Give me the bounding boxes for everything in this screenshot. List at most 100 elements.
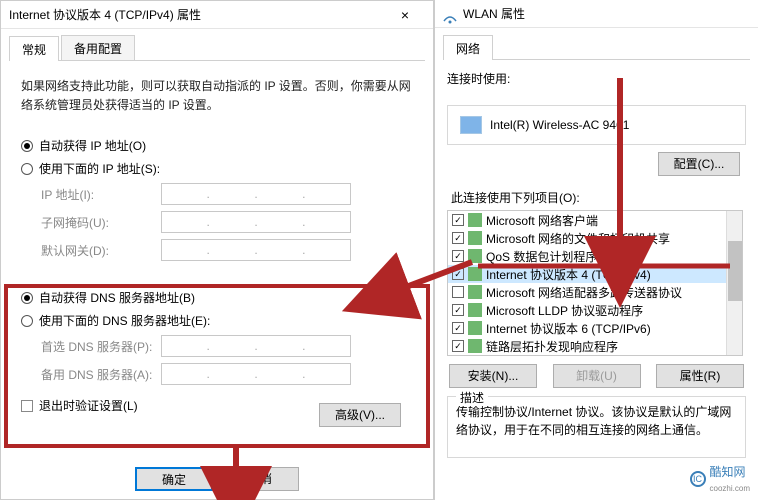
radio-icon — [21, 292, 33, 304]
dialog-title: WLAN 属性 — [463, 0, 525, 28]
field-subnet-mask: 子网掩码(U): ... — [41, 211, 413, 233]
title-bar: WLAN 属性 — [435, 0, 758, 28]
item-label: Microsoft LLDP 协议驱动程序 — [486, 302, 643, 319]
component-icon — [468, 339, 482, 353]
tab-body: 连接时使用: Intel(R) Wireless-AC 9461 此连接使用下列… — [435, 60, 758, 468]
scrollbar-thumb[interactable] — [728, 241, 742, 301]
tab-network[interactable]: 网络 — [443, 35, 493, 60]
list-item[interactable]: Microsoft 网络客户端 — [448, 211, 742, 229]
radio-label: 自动获得 IP 地址(O) — [39, 137, 146, 154]
list-item[interactable]: 链路层拓扑发现响应程序 — [448, 337, 742, 355]
checkbox-icon[interactable] — [452, 340, 464, 352]
list-item[interactable]: Microsoft 网络的文件和打印机共享 — [448, 229, 742, 247]
tab-body: 如果网络支持此功能，则可以获取自动指派的 IP 设置。否则，你需要从网络系统管理… — [1, 61, 433, 455]
network-items-list[interactable]: Microsoft 网络客户端Microsoft 网络的文件和打印机共享QoS … — [447, 210, 743, 356]
adapter-box: Intel(R) Wireless-AC 9461 — [447, 105, 746, 145]
item-label: Microsoft 网络适配器多路传送器协议 — [486, 284, 682, 301]
radio-icon — [21, 315, 33, 327]
adapter-row: Intel(R) Wireless-AC 9461 — [456, 112, 737, 138]
radio-dns-manual[interactable]: 使用下面的 DNS 服务器地址(E): — [21, 312, 413, 329]
advanced-button[interactable]: 高级(V)... — [319, 403, 401, 427]
default-gateway-input[interactable]: ... — [161, 239, 351, 261]
list-item[interactable]: QoS 数据包计划程序 — [448, 247, 742, 265]
install-button[interactable]: 安装(N)... — [449, 364, 537, 388]
tab-general[interactable]: 常规 — [9, 36, 59, 61]
field-label: 默认网关(D): — [41, 242, 161, 259]
cancel-button[interactable]: 取消 — [221, 467, 299, 491]
component-icon — [468, 231, 482, 245]
radio-icon — [21, 163, 33, 175]
list-item[interactable]: Microsoft LLDP 协议驱动程序 — [448, 301, 742, 319]
watermark: IC 酷知网 coozhi.com — [690, 463, 750, 494]
component-icon — [468, 267, 482, 281]
configure-button[interactable]: 配置(C)... — [658, 152, 740, 176]
properties-button[interactable]: 属性(R) — [656, 364, 744, 388]
radio-label: 使用下面的 IP 地址(S): — [39, 160, 160, 177]
radio-label: 自动获得 DNS 服务器地址(B) — [39, 289, 195, 306]
field-label: 子网掩码(U): — [41, 214, 161, 231]
checkbox-icon[interactable] — [452, 250, 464, 262]
scrollbar[interactable] — [726, 211, 742, 355]
uninstall-button[interactable]: 卸载(U) — [553, 364, 641, 388]
radio-ip-manual[interactable]: 使用下面的 IP 地址(S): — [21, 160, 413, 177]
ip-address-input[interactable]: ... — [161, 183, 351, 205]
field-ip-address: IP 地址(I): ... — [41, 183, 413, 205]
field-dns-primary: 首选 DNS 服务器(P): ... — [41, 335, 413, 357]
item-label: Microsoft 网络的文件和打印机共享 — [486, 230, 670, 247]
item-label: QoS 数据包计划程序 — [486, 248, 597, 265]
subnet-mask-input[interactable]: ... — [161, 211, 351, 233]
checkbox-label: 退出时验证设置(L) — [39, 397, 138, 414]
title-bar: Internet 协议版本 4 (TCP/IPv4) 属性 × — [1, 1, 433, 29]
description-label: 描述 — [456, 389, 488, 406]
field-dns-alt: 备用 DNS 服务器(A): ... — [41, 363, 413, 385]
checkbox-icon[interactable] — [452, 286, 464, 298]
item-label: Internet 协议版本 6 (TCP/IPv6) — [486, 320, 651, 337]
list-item[interactable]: Microsoft 网络适配器多路传送器协议 — [448, 283, 742, 301]
list-item[interactable]: Internet 协议版本 6 (TCP/IPv6) — [448, 319, 742, 337]
close-icon[interactable]: × — [385, 1, 425, 28]
wlan-properties-dialog: WLAN 属性 网络 连接时使用: Intel(R) Wireless-AC 9… — [434, 0, 758, 500]
connect-using-label: 连接时使用: — [447, 70, 746, 87]
list-item[interactable]: Internet 协议版本 4 (TCP/IPv4) — [448, 265, 742, 283]
adapter-name: Intel(R) Wireless-AC 9461 — [490, 118, 629, 132]
tcpip-properties-dialog: Internet 协议版本 4 (TCP/IPv4) 属性 × 常规 备用配置 … — [0, 0, 434, 500]
component-icon — [468, 213, 482, 227]
field-label: 备用 DNS 服务器(A): — [41, 366, 161, 383]
checkbox-icon — [21, 400, 33, 412]
component-icon — [468, 249, 482, 263]
checkbox-icon[interactable] — [452, 214, 464, 226]
dialog-buttons: 确定 取消 — [1, 467, 433, 491]
watermark-url: coozhi.com — [710, 484, 750, 493]
description-text: 传输控制协议/Internet 协议。该协议是默认的广域网络协议，用于在不同的相… — [456, 403, 737, 439]
description-box: 描述 传输控制协议/Internet 协议。该协议是默认的广域网络协议，用于在不… — [447, 396, 746, 458]
items-label: 此连接使用下列项目(O): — [451, 189, 746, 206]
radio-label: 使用下面的 DNS 服务器地址(E): — [39, 312, 210, 329]
radio-ip-auto[interactable]: 自动获得 IP 地址(O) — [21, 137, 413, 154]
checkbox-icon[interactable] — [452, 268, 464, 280]
dialog-title: Internet 协议版本 4 (TCP/IPv4) 属性 — [9, 1, 201, 28]
ok-button[interactable]: 确定 — [135, 467, 213, 491]
adapter-icon — [460, 116, 482, 134]
checkbox-icon[interactable] — [452, 322, 464, 334]
dns-primary-input[interactable]: ... — [161, 335, 351, 357]
intro-text: 如果网络支持此功能，则可以获取自动指派的 IP 设置。否则，你需要从网络系统管理… — [21, 77, 413, 115]
dns-alt-input[interactable]: ... — [161, 363, 351, 385]
item-label: 链路层拓扑发现响应程序 — [486, 338, 618, 355]
item-label: Internet 协议版本 4 (TCP/IPv4) — [486, 266, 651, 283]
tab-alternate[interactable]: 备用配置 — [61, 35, 135, 60]
component-icon — [468, 285, 482, 299]
tab-strip: 常规 备用配置 — [9, 35, 425, 61]
field-label: IP 地址(I): — [41, 186, 161, 203]
radio-dns-auto[interactable]: 自动获得 DNS 服务器地址(B) — [21, 289, 413, 306]
checkbox-icon[interactable] — [452, 232, 464, 244]
field-label: 首选 DNS 服务器(P): — [41, 338, 161, 355]
component-icon — [468, 321, 482, 335]
network-icon — [443, 7, 457, 21]
item-buttons: 安装(N)... 卸载(U) 属性(R) — [449, 364, 744, 388]
watermark-text: 酷知网 — [710, 465, 746, 479]
field-default-gateway: 默认网关(D): ... — [41, 239, 413, 261]
checkbox-icon[interactable] — [452, 304, 464, 316]
tab-strip: 网络 — [443, 34, 750, 60]
radio-icon — [21, 140, 33, 152]
item-label: Microsoft 网络客户端 — [486, 212, 598, 229]
